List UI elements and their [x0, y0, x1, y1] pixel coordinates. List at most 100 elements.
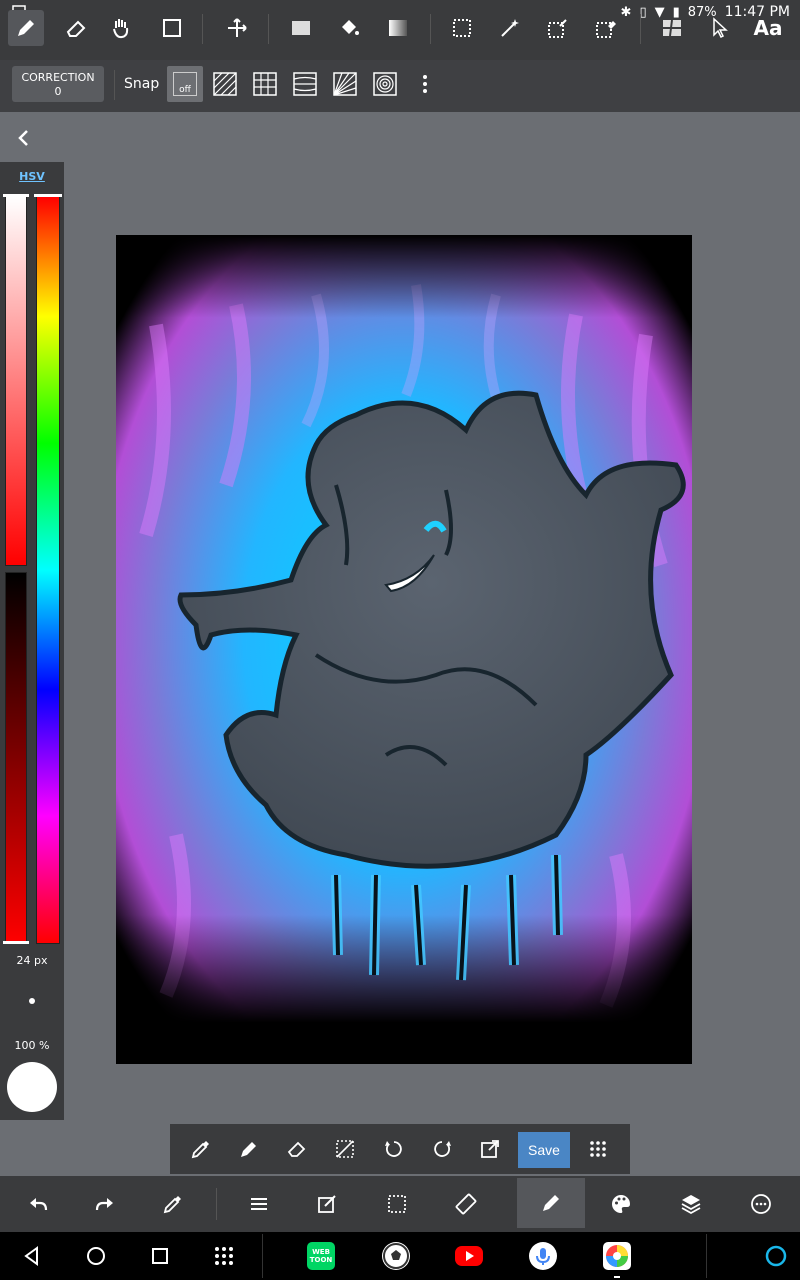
webtoon-app-icon[interactable]: WEB TOON [307, 1242, 335, 1270]
move-tool-button[interactable] [219, 10, 255, 46]
nav-divider [706, 1234, 707, 1278]
concentric-circles-icon [373, 72, 397, 96]
gradient-tool-button[interactable] [380, 10, 416, 46]
rotate-left-button[interactable] [377, 1132, 411, 1166]
quick-eraser-button[interactable] [280, 1132, 314, 1166]
hamburger-icon [251, 1198, 267, 1210]
brightness-slider[interactable] [5, 572, 27, 944]
youtube-app-icon[interactable] [455, 1246, 483, 1266]
color-mode-toggle[interactable]: HSV [0, 170, 64, 183]
external-link-icon [481, 1140, 499, 1158]
play-icon [466, 1251, 474, 1261]
selection-rectangle-icon [453, 19, 471, 37]
edit-button[interactable] [305, 1182, 349, 1226]
snap-off-button[interactable]: off [167, 66, 203, 102]
snap-parallel-button[interactable] [207, 66, 243, 102]
rotate-right-button[interactable] [425, 1132, 459, 1166]
eyedropper-button[interactable] [151, 1182, 195, 1226]
deselect-button[interactable] [328, 1132, 362, 1166]
app-grid-icon [215, 1247, 233, 1265]
snap-grid-button[interactable] [247, 66, 283, 102]
opacity-label[interactable]: 100 % [0, 1039, 64, 1052]
palette-icon [611, 1195, 630, 1213]
grid-dots-icon [590, 1141, 606, 1157]
quick-bar-settings-button[interactable] [581, 1132, 615, 1166]
voice-app-icon[interactable] [529, 1242, 557, 1270]
rectangle-icon [163, 19, 181, 37]
select-eraser-tool-button[interactable] [588, 10, 624, 46]
snap-off-label: off [173, 72, 197, 96]
brush-button[interactable] [517, 1178, 585, 1228]
paint-bucket-icon [342, 20, 359, 35]
soccer-app-icon[interactable] [382, 1242, 410, 1270]
color-button[interactable] [599, 1182, 643, 1226]
shape-tool-button[interactable] [154, 10, 190, 46]
correction-button[interactable]: CORRECTION 0 [12, 66, 104, 102]
export-button[interactable] [473, 1132, 507, 1166]
select-pen-tool-button[interactable] [540, 10, 576, 46]
screen-rotation-icon [455, 1193, 477, 1215]
saturation-handle[interactable] [3, 194, 29, 197]
pen-icon [543, 1195, 559, 1211]
snap-concentric-button[interactable] [367, 66, 403, 102]
hand-tool-button[interactable] [103, 10, 139, 46]
magic-wand-icon [501, 19, 519, 37]
home-circle-icon [87, 1247, 105, 1265]
eyedropper-icon [163, 1196, 181, 1214]
more-circle-icon [751, 1194, 771, 1214]
undo-button[interactable] [16, 1182, 60, 1226]
drawing-canvas[interactable] [116, 235, 692, 1064]
layers-button[interactable] [669, 1182, 713, 1226]
rotate-screen-button[interactable] [444, 1182, 488, 1226]
eraser-icon [287, 1141, 306, 1157]
select-rect-tool-button[interactable] [444, 10, 480, 46]
quick-pen-button[interactable] [232, 1132, 266, 1166]
perspective-lines-icon [333, 72, 357, 96]
menu-button[interactable] [237, 1182, 281, 1226]
collapse-panel-button[interactable] [12, 126, 36, 150]
nav-divider [262, 1234, 263, 1278]
save-button[interactable]: Save [518, 1132, 570, 1168]
medibang-app-icon[interactable] [603, 1242, 631, 1270]
toolbar-divider [114, 70, 115, 100]
brush-size-preview [29, 998, 35, 1004]
move-icon [228, 18, 247, 37]
nav-back-button[interactable] [16, 1240, 48, 1272]
undo-icon [30, 1198, 48, 1211]
fill-rect-tool-button[interactable] [283, 10, 319, 46]
snap-horizontal-button[interactable] [287, 66, 323, 102]
more-button[interactable] [739, 1182, 783, 1226]
nav-home-button[interactable] [80, 1240, 112, 1272]
text-tool-button[interactable]: Aa [750, 10, 786, 46]
selection-button[interactable] [375, 1182, 419, 1226]
selection-pen-icon [548, 19, 567, 38]
hue-slider[interactable] [36, 196, 60, 944]
snap-perspective-button[interactable] [327, 66, 363, 102]
pen-icon [241, 1142, 256, 1157]
app-drawer-button[interactable] [208, 1240, 240, 1272]
chevron-left-icon [18, 130, 28, 146]
current-color-swatch[interactable] [7, 1062, 57, 1112]
saturation-slider[interactable] [5, 196, 27, 566]
bucket-tool-button[interactable] [331, 10, 367, 46]
filled-rectangle-icon [292, 21, 310, 35]
brush-size-label[interactable]: 24 px [0, 954, 64, 967]
edit-icon [318, 1195, 336, 1213]
frame-divider-tool-button[interactable] [654, 10, 690, 46]
active-app-indicator [614, 1276, 620, 1278]
pen-icon [18, 20, 34, 36]
nav-recents-button[interactable] [144, 1240, 176, 1272]
snap-more-button[interactable] [407, 66, 443, 102]
pen-tool-button[interactable] [8, 10, 44, 46]
redo-button[interactable] [83, 1182, 127, 1226]
brightness-handle[interactable] [3, 941, 29, 944]
alexa-button[interactable] [760, 1240, 792, 1272]
quick-eyedropper-button[interactable] [184, 1132, 218, 1166]
hue-handle[interactable] [34, 194, 62, 197]
magic-wand-tool-button[interactable] [492, 10, 528, 46]
redo-icon [95, 1198, 113, 1211]
layers-icon [681, 1195, 701, 1215]
eraser-tool-button[interactable] [58, 10, 94, 46]
correction-value: 0 [54, 85, 62, 98]
operation-tool-button[interactable] [702, 10, 738, 46]
